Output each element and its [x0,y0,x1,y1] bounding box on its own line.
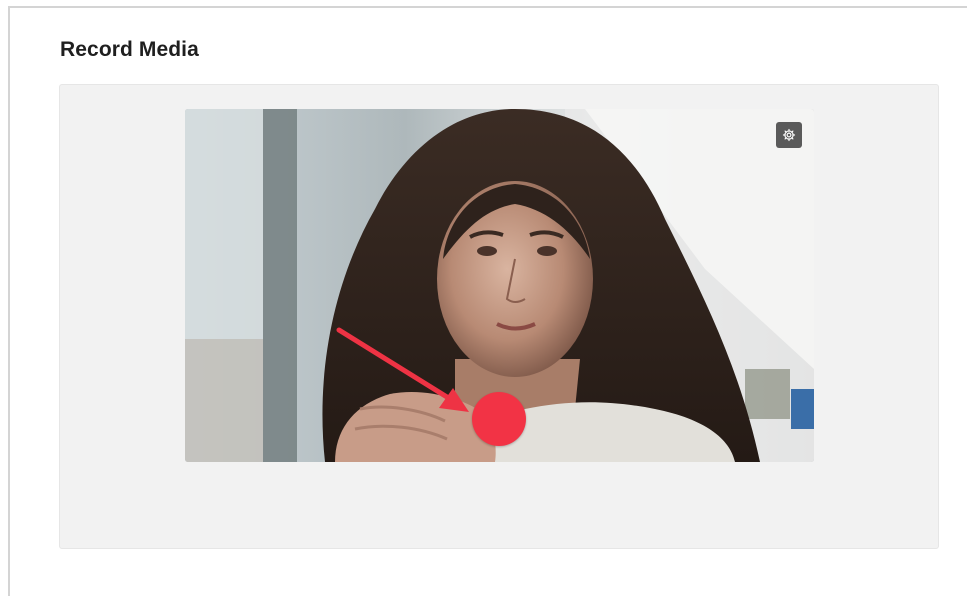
camera-preview [185,109,814,462]
app-frame: Record Media [8,6,967,596]
record-circle-icon [472,392,526,446]
gear-icon [782,128,796,142]
settings-button[interactable] [776,122,802,148]
page-title: Record Media [60,38,199,61]
record-media-panel [59,84,939,549]
record-button[interactable] [472,392,526,446]
